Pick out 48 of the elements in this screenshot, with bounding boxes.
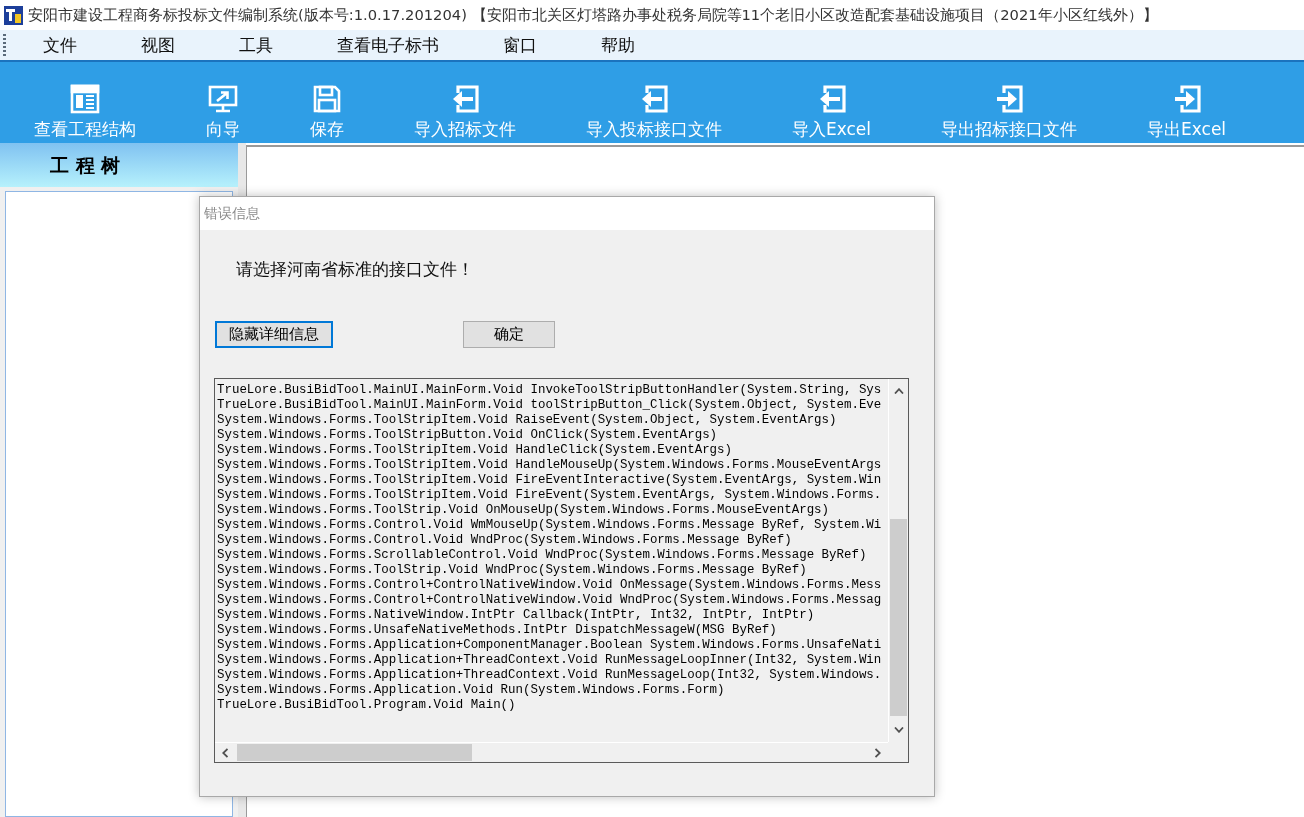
stack-trace-line: System.Windows.Forms.ToolStripItem.Void FireEventInteractive(System.EventArgs, System.Win	[217, 473, 882, 488]
dialog-button[interactable]: 隐藏详细信息	[215, 321, 333, 348]
scrollbar-thumb[interactable]	[237, 744, 472, 761]
panel-header: 工 程 树	[0, 143, 238, 187]
stack-trace-line: System.Windows.Forms.Control+ControlNativeWindow.Void OnMessage(System.Windows.Forms.Mess	[217, 578, 882, 593]
error-message: 请选择河南省标准的接口文件！	[236, 258, 475, 281]
scrollbar-thumb[interactable]	[890, 519, 907, 716]
stack-trace-line: TrueLore.BusiBidTool.Program.Void Main()	[217, 698, 516, 713]
dialog-title: 错误信息	[204, 204, 260, 223]
stack-trace-line: System.Windows.Forms.NativeWindow.IntPtr Callback(IntPtr, Int32, IntPtr, IntPtr)	[217, 608, 815, 623]
app-logo-icon	[4, 5, 23, 25]
vertical-scrollbar[interactable]	[888, 379, 908, 742]
menu-item[interactable]: 文件	[11, 32, 109, 58]
stack-trace-line: System.Windows.Forms.Application+ComponentManager.Boolean System.Windows.Forms.UnsafeNati	[217, 638, 882, 653]
stack-trace-line: System.Windows.Forms.Application+ThreadContext.Void RunMessageLoop(Int32, System.Windows.	[217, 668, 882, 683]
chevron-up-icon[interactable]	[893, 388, 904, 394]
stack-trace-line: System.Windows.Forms.Control+ControlNativeWindow.Void WndProc(System.Windows.Forms.Messag	[217, 593, 882, 608]
stack-trace-line: System.Windows.Forms.ToolStrip.Void WndProc(System.Windows.Forms.Message ByRef)	[217, 563, 807, 578]
menu-item[interactable]: 窗口	[471, 32, 569, 58]
stack-trace-line: System.Windows.Forms.UnsafeNativeMethods.IntPtr DispatchMessageW(MSG ByRef)	[217, 623, 777, 638]
details-text-box[interactable]	[214, 378, 909, 763]
chevron-right-icon[interactable]	[875, 747, 881, 758]
grip-handle-icon[interactable]	[3, 34, 6, 56]
stack-trace-line: System.Windows.Forms.ToolStripItem.Void RaiseEvent(System.Object, System.EventArgs)	[217, 413, 837, 428]
document-layout-icon	[70, 84, 100, 114]
window-title: 安阳市建设工程商务标投标文件编制系统(版本号:1.0.17.201204) 【安阳市北关区灯塔路办事处税务局院等11个老旧小区改造配套基础设施项目（2021年小区红线外）】	[28, 5, 1158, 25]
stack-trace-line: System.Windows.Forms.Control.Void WmMouseUp(System.Windows.Forms.Message ByRef, System.Wi	[217, 518, 882, 533]
stack-trace-line: System.Windows.Forms.ToolStripItem.Void HandleMouseUp(System.Windows.Forms.MouseEventArgs	[217, 458, 882, 473]
menu-item[interactable]: 视图	[109, 32, 207, 58]
chevron-left-icon[interactable]	[222, 747, 228, 758]
stack-trace-line: System.Windows.Forms.Application+ThreadContext.Void RunMessageLoopInner(Int32, System.Win	[217, 653, 882, 668]
stack-trace-line: System.Windows.Forms.ToolStrip.Void OnMouseUp(System.Windows.Forms.MouseEventArgs)	[217, 503, 830, 518]
stack-trace-line: System.Windows.Forms.Control.Void WndProc(System.Windows.Forms.Message ByRef)	[217, 533, 792, 548]
horizontal-scrollbar[interactable]	[215, 742, 888, 762]
stack-trace-line: System.Windows.Forms.ToolStripItem.Void HandleClick(System.EventArgs)	[217, 443, 732, 458]
stack-trace-line: TrueLore.BusiBidTool.MainUI.MainForm.Void InvokeToolStripButtonHandler(System.String, Sys	[217, 383, 882, 398]
dialog-button[interactable]: 确定	[463, 321, 555, 348]
monitor-arrow-icon	[208, 84, 238, 114]
stack-trace-line: System.Windows.Forms.Application.Void Run(System.Windows.Forms.Form)	[217, 683, 725, 698]
chevron-down-icon[interactable]	[893, 727, 904, 733]
stack-trace-line: System.Windows.Forms.ScrollableControl.Void WndProc(System.Windows.Forms.Message ByRef)	[217, 548, 867, 563]
menu-item[interactable]: 工具	[207, 32, 305, 58]
export-arrow-icon	[994, 84, 1025, 114]
stack-trace-line: TrueLore.BusiBidTool.MainUI.MainForm.Void toolStripButton_Click(System.Object, System.Eve	[217, 398, 882, 413]
menu-item[interactable]: 帮助	[569, 32, 667, 58]
menu-item[interactable]: 查看电子标书	[305, 32, 471, 58]
stack-trace-line: System.Windows.Forms.ToolStripButton.Void OnClick(System.EventArgs)	[217, 428, 718, 443]
stack-trace-line: System.Windows.Forms.ToolStripItem.Void FireEvent(System.EventArgs, System.Windows.Forms.	[217, 488, 882, 503]
